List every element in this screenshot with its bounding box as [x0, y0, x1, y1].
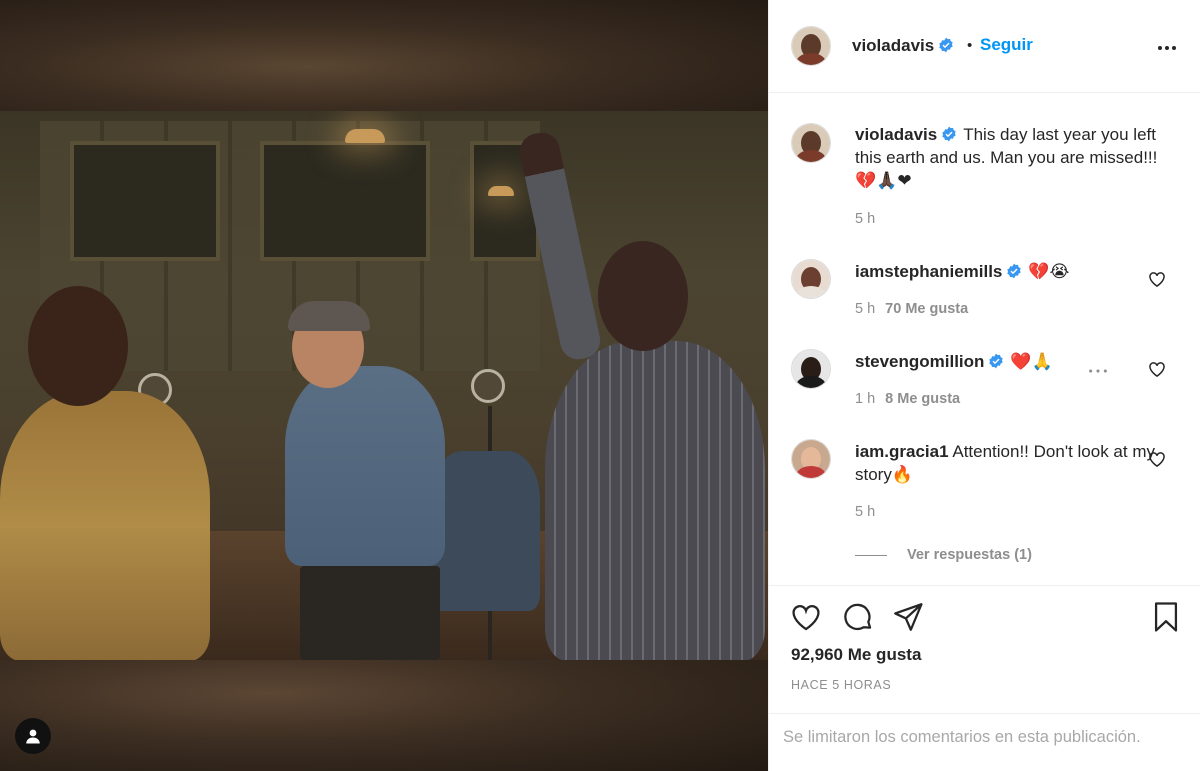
heart-icon[interactable] — [1147, 449, 1167, 469]
author-username[interactable]: violadavis — [852, 36, 954, 56]
post-timestamp[interactable]: HACE 5 HORAS — [791, 678, 891, 692]
more-horizontal-icon[interactable] — [1155, 36, 1179, 60]
caption-time[interactable]: 5 h — [855, 211, 875, 227]
avatar[interactable] — [791, 439, 831, 479]
comments-limited-notice: Se limitaron los comentarios en esta pub… — [769, 713, 1200, 771]
post-header: violadavis • Seguir — [769, 0, 1200, 93]
comment-username[interactable]: stevengomillion — [855, 352, 984, 371]
separator-dot: • — [967, 37, 973, 54]
photo-blur-top — [0, 0, 768, 111]
comment-text: ❤️🙏 — [1010, 352, 1053, 371]
view-replies-button[interactable]: Ver respuestas (1) — [855, 547, 1032, 563]
photo-scene — [0, 111, 768, 660]
post-photo[interactable] — [0, 0, 768, 771]
avatar[interactable] — [791, 259, 831, 299]
photo-blur-bottom — [0, 660, 768, 771]
likes-count[interactable]: 92,960 Me gusta — [791, 645, 921, 665]
more-horizontal-icon[interactable] — [1087, 363, 1109, 379]
tagged-users-button[interactable] — [15, 718, 51, 754]
comment-username[interactable]: iamstephaniemills — [855, 262, 1002, 281]
bookmark-icon[interactable] — [1149, 600, 1183, 634]
comment-text: 💔😭 — [1028, 262, 1070, 281]
comment-time[interactable]: 5 h — [855, 504, 875, 520]
verified-badge-icon — [989, 353, 1004, 369]
comment-username[interactable]: iam.gracia1 — [855, 442, 949, 461]
verified-badge-icon — [939, 37, 953, 53]
comment-likes[interactable]: 8 Me gusta — [885, 391, 960, 407]
comment-time[interactable]: 1 h — [855, 391, 875, 407]
verified-badge-icon — [1007, 263, 1022, 279]
comment-bubble-icon[interactable] — [841, 600, 875, 634]
follow-button[interactable]: Seguir — [980, 35, 1033, 55]
avatar[interactable] — [791, 349, 831, 389]
person-icon — [26, 729, 40, 744]
instagram-post-modal: violadavis • Seguir violadavis This day l… — [0, 0, 1200, 771]
avatar[interactable] — [791, 123, 831, 163]
comment-likes[interactable]: 70 Me gusta — [885, 301, 968, 317]
heart-icon[interactable] — [1147, 359, 1167, 379]
post-actions: 92,960 Me gusta HACE 5 HORAS — [769, 585, 1200, 713]
avatar[interactable] — [791, 26, 831, 66]
verified-badge-icon — [942, 126, 956, 142]
heart-icon[interactable] — [789, 600, 823, 634]
heart-icon[interactable] — [1147, 269, 1167, 289]
comment-time[interactable]: 5 h — [855, 301, 875, 317]
post-sidebar: violadavis • Seguir violadavis This day l… — [768, 0, 1200, 771]
comments-list[interactable]: violadavis This day last year you left th… — [769, 93, 1200, 585]
paper-plane-icon[interactable] — [891, 600, 925, 634]
caption-username[interactable]: violadavis — [855, 125, 937, 144]
